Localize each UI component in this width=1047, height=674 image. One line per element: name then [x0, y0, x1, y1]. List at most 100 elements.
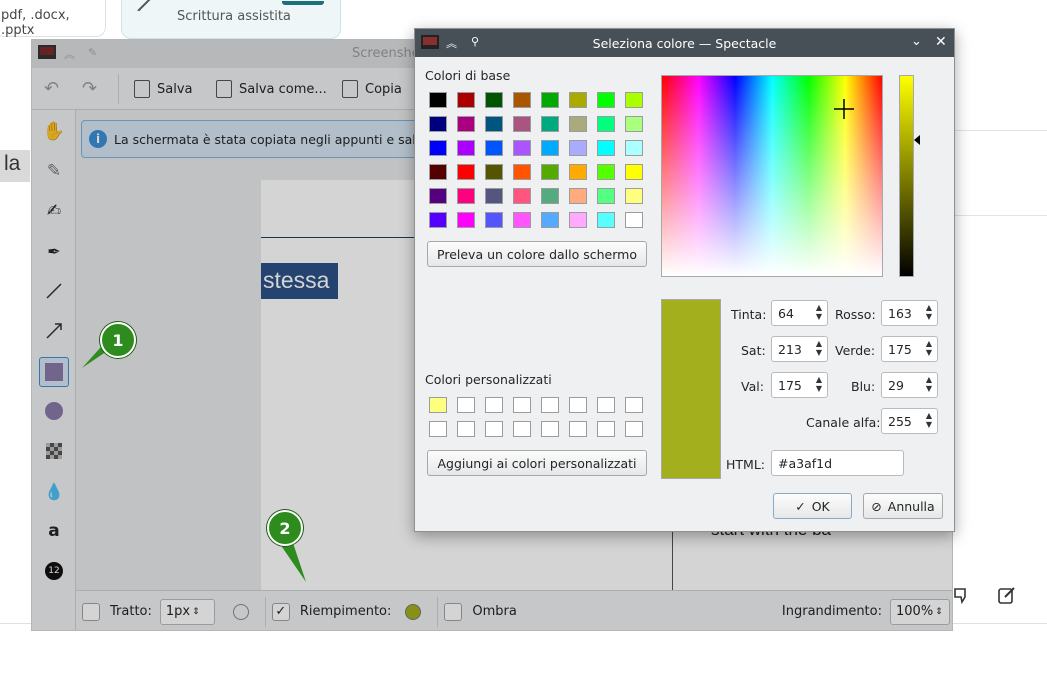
- basic-color-swatch[interactable]: [625, 164, 643, 180]
- custom-color-swatch[interactable]: [541, 397, 559, 413]
- custom-color-swatch[interactable]: [429, 421, 447, 437]
- value-slider-handle[interactable]: [914, 135, 921, 145]
- basic-color-swatch[interactable]: [457, 212, 475, 228]
- basic-color-swatch[interactable]: [541, 140, 559, 156]
- ellipse-tool[interactable]: [41, 398, 67, 424]
- basic-color-swatch[interactable]: [513, 164, 531, 180]
- basic-color-swatch[interactable]: [513, 92, 531, 108]
- basic-color-swatch[interactable]: [541, 164, 559, 180]
- basic-color-swatch[interactable]: [513, 212, 531, 228]
- basic-color-swatch[interactable]: [541, 188, 559, 204]
- pick-screen-color-button[interactable]: Preleva un colore dallo schermo: [427, 241, 647, 267]
- basic-color-swatch[interactable]: [541, 116, 559, 132]
- pen-tool[interactable]: ✎: [41, 158, 67, 184]
- basic-color-swatch[interactable]: [513, 140, 531, 156]
- custom-color-swatch[interactable]: [625, 421, 643, 437]
- custom-color-swatch[interactable]: [513, 397, 531, 413]
- alpha-spinbox[interactable]: 255 ▲ ▼: [881, 408, 938, 434]
- save-button[interactable]: Salva: [134, 78, 193, 100]
- stroke-checkbox[interactable]: [82, 602, 100, 621]
- basic-color-swatch[interactable]: [569, 212, 587, 228]
- basic-color-swatch[interactable]: [569, 116, 587, 132]
- close-icon[interactable]: ✕: [935, 34, 947, 50]
- basic-color-swatch[interactable]: [457, 92, 475, 108]
- custom-color-swatch[interactable]: [597, 397, 615, 413]
- copy-button[interactable]: Copia: [342, 78, 402, 100]
- basic-color-swatch[interactable]: [569, 140, 587, 156]
- basic-color-swatch[interactable]: [429, 164, 447, 180]
- value-slider[interactable]: [899, 75, 914, 277]
- custom-color-swatch[interactable]: [569, 421, 587, 437]
- basic-color-swatch[interactable]: [429, 212, 447, 228]
- line-tool[interactable]: [41, 278, 67, 304]
- basic-color-swatch[interactable]: [569, 188, 587, 204]
- custom-color-swatch[interactable]: [485, 421, 503, 437]
- custom-color-swatch[interactable]: [457, 397, 475, 413]
- number-badge-1[interactable]: 1: [100, 322, 136, 358]
- blur-tool[interactable]: 💧: [41, 478, 67, 504]
- basic-color-swatch[interactable]: [485, 188, 503, 204]
- basic-color-swatch[interactable]: [485, 140, 503, 156]
- basic-color-swatch[interactable]: [429, 92, 447, 108]
- custom-color-swatch[interactable]: [569, 397, 587, 413]
- html-input[interactable]: #a3af1d: [771, 450, 904, 476]
- blue-spinbox[interactable]: 29 ▲ ▼: [881, 372, 938, 398]
- basic-color-swatch[interactable]: [513, 116, 531, 132]
- basic-color-swatch[interactable]: [625, 116, 643, 132]
- hand-tool[interactable]: ✋: [41, 118, 67, 144]
- hue-saturation-picker[interactable]: [661, 75, 883, 277]
- custom-color-swatch[interactable]: [541, 421, 559, 437]
- arrow-tool[interactable]: [41, 318, 67, 344]
- highlighter-tool[interactable]: ✍: [41, 198, 67, 224]
- val-spinbox[interactable]: 175 ▲ ▼: [771, 372, 828, 398]
- basic-color-swatch[interactable]: [429, 116, 447, 132]
- chevron-down-icon[interactable]: ⌄: [911, 34, 922, 49]
- add-custom-color-button[interactable]: Aggiungi ai colori personalizzati: [427, 450, 647, 476]
- basic-color-swatch[interactable]: [485, 92, 503, 108]
- assisted-writing-card[interactable]: Scrittura assistita: [121, 0, 341, 39]
- basic-color-swatch[interactable]: [569, 164, 587, 180]
- basic-color-swatch[interactable]: [485, 164, 503, 180]
- basic-color-swatch[interactable]: [625, 212, 643, 228]
- basic-color-swatch[interactable]: [597, 92, 615, 108]
- basic-color-swatch[interactable]: [597, 116, 615, 132]
- pin-icon[interactable]: ✎: [88, 46, 97, 59]
- stroke-width-spinbox[interactable]: 1px ⇕: [159, 598, 215, 625]
- chevron-up-icon[interactable]: ︽: [64, 46, 75, 62]
- pixelate-tool[interactable]: [41, 438, 67, 464]
- custom-color-swatch[interactable]: [429, 397, 447, 413]
- sat-spinbox[interactable]: 213 ▲ ▼: [771, 336, 828, 362]
- basic-color-swatch[interactable]: [429, 188, 447, 204]
- custom-color-swatch[interactable]: [457, 421, 475, 437]
- stroke-color-swatch[interactable]: [232, 603, 249, 620]
- custom-color-swatch[interactable]: [485, 397, 503, 413]
- undo-icon[interactable]: ↶: [44, 78, 59, 99]
- basic-color-swatch[interactable]: [569, 92, 587, 108]
- redo-icon[interactable]: ↷: [82, 78, 97, 99]
- basic-color-swatch[interactable]: [513, 188, 531, 204]
- red-spinbox[interactable]: 163 ▲ ▼: [881, 300, 938, 326]
- rectangle-tool[interactable]: [39, 357, 69, 387]
- hue-spinbox[interactable]: 64 ▲ ▼: [771, 300, 828, 326]
- basic-color-swatch[interactable]: [457, 140, 475, 156]
- basic-color-swatch[interactable]: [429, 140, 447, 156]
- basic-color-swatch[interactable]: [541, 212, 559, 228]
- basic-color-swatch[interactable]: [457, 188, 475, 204]
- ok-button[interactable]: ✓ OK: [773, 493, 852, 519]
- basic-color-swatch[interactable]: [625, 92, 643, 108]
- edit-icon[interactable]: [997, 585, 1017, 605]
- number-badge-2[interactable]: 2: [267, 510, 303, 546]
- basic-color-swatch[interactable]: [597, 188, 615, 204]
- basic-color-swatch[interactable]: [485, 116, 503, 132]
- zoom-spinbox[interactable]: 100% ⇕: [890, 598, 950, 625]
- custom-color-swatch[interactable]: [597, 421, 615, 437]
- basic-color-swatch[interactable]: [597, 140, 615, 156]
- basic-color-swatch[interactable]: [625, 188, 643, 204]
- basic-color-swatch[interactable]: [597, 212, 615, 228]
- shadow-checkbox[interactable]: [444, 602, 463, 621]
- basic-color-swatch[interactable]: [457, 164, 475, 180]
- basic-color-swatch[interactable]: [457, 116, 475, 132]
- green-spinbox[interactable]: 175 ▲ ▼: [881, 336, 938, 362]
- fill-color-swatch[interactable]: [405, 603, 422, 620]
- fill-checkbox[interactable]: ✓: [271, 602, 290, 621]
